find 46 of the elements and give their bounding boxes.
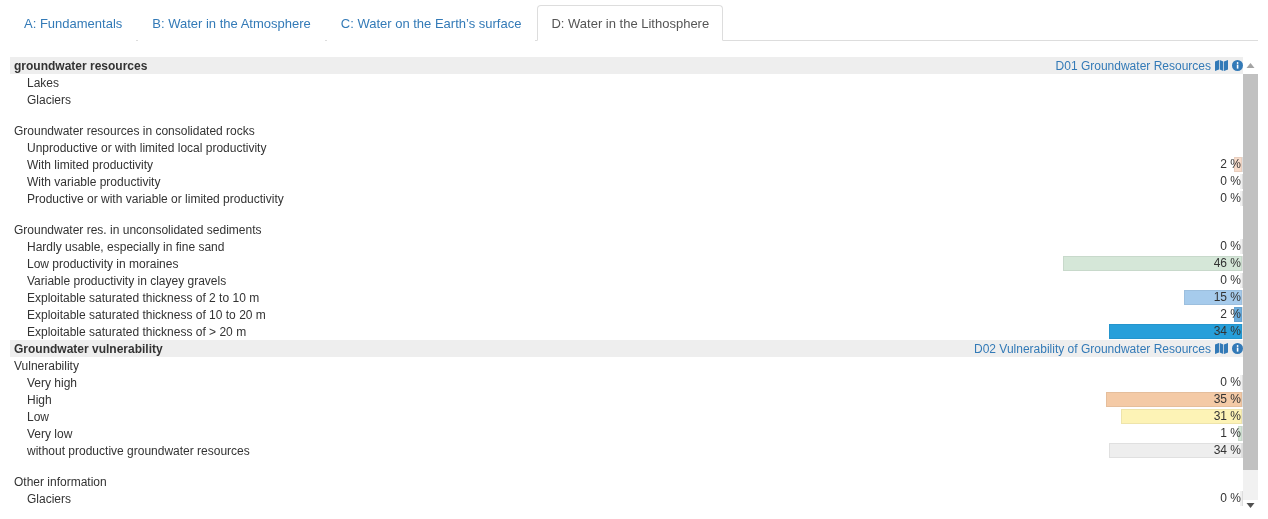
category-label: Exploitable saturated thickness of > 20 m (26, 324, 248, 339)
category-label: Unproductive or with limited local productivity (26, 140, 268, 155)
group-label: Groundwater resources in consolidated rocks (13, 123, 255, 138)
map-link[interactable]: D02 Vulnerability of Groundwater Resources (974, 341, 1211, 356)
category-label: With limited productivity (26, 157, 155, 172)
info-icon[interactable] (1232, 343, 1243, 354)
scrollbar-thumb[interactable] (1243, 74, 1258, 470)
category-label: Low productivity in moraines (26, 256, 180, 271)
category-label: Hardly usable, especially in fine sand (26, 239, 226, 254)
category-label: Very high (26, 375, 79, 390)
category-label: Lakes (26, 75, 61, 90)
percent-value: 35 % (1213, 392, 1241, 407)
map-icon[interactable] (1215, 343, 1228, 354)
category-label: without productive groundwater resources (26, 443, 251, 458)
group-label: Other information (13, 474, 107, 489)
map-icon[interactable] (1215, 60, 1228, 71)
group-label: Groundwater res. in unconsolidated sediments (13, 222, 262, 237)
percent-value: 34 % (1213, 324, 1241, 339)
tab[interactable]: D: Water in the Lithosphere (537, 5, 724, 41)
category-label: Very low (26, 426, 74, 441)
group-label: Vulnerability (13, 358, 79, 373)
percent-value: 46 % (1213, 256, 1241, 271)
category-label: Productive or with variable or limited productivity (26, 191, 285, 206)
category-label: Glaciers (26, 491, 72, 506)
percent-value: 0 % (1220, 375, 1241, 390)
percent-value: 1 % (1220, 426, 1241, 441)
info-icon[interactable] (1232, 60, 1243, 71)
map-link[interactable]: D01 Groundwater Resources (1055, 58, 1211, 73)
category-label: With variable productivity (26, 174, 162, 189)
category-label: Glaciers (26, 92, 72, 107)
category-label: Exploitable saturated thickness of 10 to 20 m (26, 307, 267, 322)
percent-value: 0 % (1220, 239, 1241, 254)
section-title: groundwater resources (13, 58, 149, 73)
percent-value: 0 % (1220, 191, 1241, 206)
percent-value: 0 % (1220, 491, 1241, 506)
percent-value: 2 % (1220, 157, 1241, 172)
percent-value: 0 % (1220, 273, 1241, 288)
percent-value: 15 % (1213, 290, 1241, 305)
category-label: Exploitable saturated thickness of 2 to 10 m (26, 290, 261, 305)
percent-value: 31 % (1213, 409, 1241, 424)
percent-value: 34 % (1213, 443, 1241, 458)
category-label: Variable productivity in clayey gravels (26, 273, 228, 288)
percent-value: 0 % (1220, 174, 1241, 189)
section-title: Groundwater vulnerability (13, 341, 164, 356)
category-label: High (26, 392, 53, 407)
category-label: Low (26, 409, 50, 424)
